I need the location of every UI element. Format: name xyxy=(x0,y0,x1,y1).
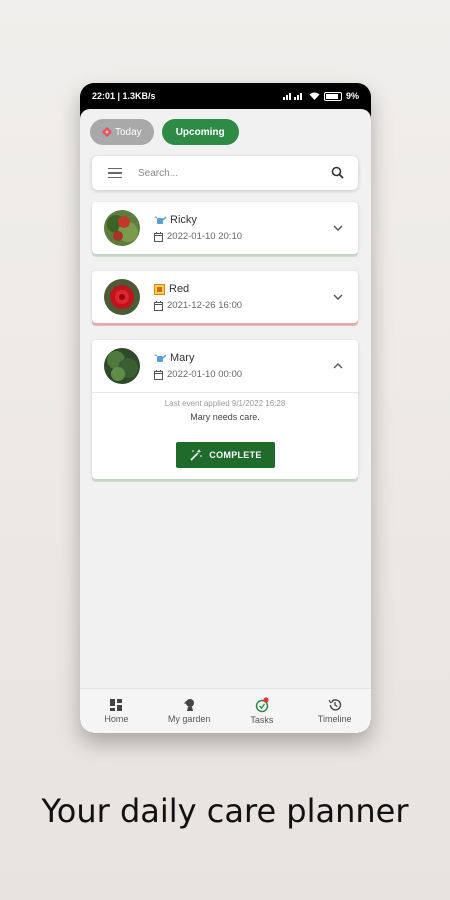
chevron-down-icon[interactable] xyxy=(332,222,344,234)
chevron-down-icon[interactable] xyxy=(332,291,344,303)
status-time: 22:01 | 1.3KB/s xyxy=(92,91,156,101)
card-header[interactable]: Ricky 2022-01-10 20:10 xyxy=(92,202,358,254)
card-title-row: Ricky xyxy=(154,214,197,226)
menu-icon[interactable] xyxy=(108,167,122,179)
search-bar xyxy=(92,156,358,190)
care-message: Mary needs care. xyxy=(190,412,260,422)
tab-today-label: Today xyxy=(115,126,142,138)
card-title-row: Mary xyxy=(154,352,194,364)
phone-frame: 22:01 | 1.3KB/s 9% Today Upcoming Search… xyxy=(80,83,371,733)
calendar-icon xyxy=(154,369,163,380)
plant-name: Mary xyxy=(170,352,195,364)
nav-tasks[interactable]: Tasks xyxy=(226,689,299,733)
task-card-ricky[interactable]: Ricky 2022-01-10 20:10 xyxy=(92,202,358,254)
nav-home[interactable]: Home xyxy=(80,689,153,733)
plant-name: Ricky xyxy=(170,214,197,226)
nav-timeline[interactable]: Timeline xyxy=(298,689,371,733)
card-date-row: 2022-01-10 00:00 xyxy=(154,369,242,380)
wifi-icon xyxy=(309,92,320,100)
app-screen: Today Upcoming Search... Ricky 2022-01-1… xyxy=(80,109,371,733)
calendar-icon xyxy=(154,231,163,242)
plant-icon xyxy=(184,699,195,711)
tab-upcoming-label: Upcoming xyxy=(175,126,225,138)
search-input[interactable] xyxy=(136,166,320,180)
magic-wand-icon xyxy=(190,449,203,461)
signal-icon xyxy=(282,93,302,100)
history-icon xyxy=(328,699,341,711)
nav-my-garden[interactable]: My garden xyxy=(153,689,226,733)
plant-avatar xyxy=(104,210,140,246)
task-card-red[interactable]: Red 2021-12-26 16:00 xyxy=(92,271,358,323)
task-date: 2022-01-10 20:10 xyxy=(167,231,243,242)
complete-label: COMPLETE xyxy=(209,450,262,460)
tab-today[interactable]: Today xyxy=(90,119,154,145)
home-icon xyxy=(110,699,123,711)
card-date-row: 2022-01-10 20:10 xyxy=(154,231,242,242)
flower-icon xyxy=(102,127,112,137)
plant-avatar xyxy=(104,348,140,384)
complete-button[interactable]: COMPLETE xyxy=(176,442,275,468)
repot-icon xyxy=(154,283,165,295)
last-event-text: Last event applied 9/1/2022 16:28 xyxy=(164,399,286,408)
chevron-up-icon[interactable] xyxy=(332,360,344,372)
alarm-clock-icon xyxy=(255,697,269,713)
plant-avatar xyxy=(104,279,140,315)
card-date-row: 2021-12-26 16:00 xyxy=(154,300,242,311)
watering-can-icon xyxy=(154,354,166,362)
tagline: Your daily care planner xyxy=(41,792,409,830)
card-header[interactable]: Red 2021-12-26 16:00 xyxy=(92,271,358,323)
nav-tasks-label: Tasks xyxy=(250,715,274,725)
card-title-row: Red xyxy=(154,283,189,295)
watering-can-icon xyxy=(154,216,166,224)
card-header[interactable]: Mary 2022-01-10 00:00 xyxy=(92,340,358,392)
card-detail: Last event applied 9/1/2022 16:28 Mary n… xyxy=(92,392,358,479)
task-date: 2022-01-10 00:00 xyxy=(167,369,243,380)
search-icon[interactable] xyxy=(331,166,344,179)
battery-level: 9% xyxy=(345,91,359,101)
nav-garden-label: My garden xyxy=(167,714,211,724)
task-card-mary[interactable]: Mary 2022-01-10 00:00 Last event applied… xyxy=(92,340,358,479)
nav-home-label: Home xyxy=(104,714,129,724)
filter-tabs: Today Upcoming xyxy=(90,119,239,145)
status-bar: 22:01 | 1.3KB/s 9% xyxy=(80,83,371,109)
tab-upcoming[interactable]: Upcoming xyxy=(161,119,239,145)
status-icons: 9% xyxy=(282,91,359,101)
battery-icon xyxy=(323,91,342,101)
plant-name: Red xyxy=(169,283,190,295)
task-date: 2021-12-26 16:00 xyxy=(167,300,243,311)
nav-timeline-label: Timeline xyxy=(317,714,352,724)
calendar-icon xyxy=(154,300,163,311)
bottom-nav: Home My garden Tasks Timeline xyxy=(80,688,371,733)
